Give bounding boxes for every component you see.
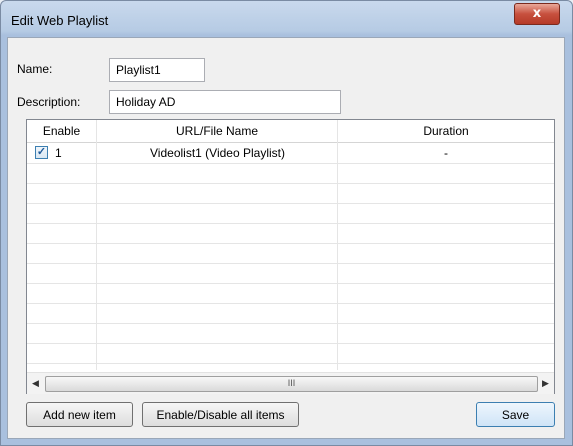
- row-divider: [27, 263, 554, 264]
- scroll-right-icon[interactable]: ▶: [537, 373, 554, 394]
- row-divider: [27, 343, 554, 344]
- description-field[interactable]: [109, 90, 341, 114]
- row-divider: [27, 243, 554, 244]
- grip-icon: III: [287, 378, 296, 388]
- playlist-table: Enable URL/File Name Duration ✓ 1 Videol…: [26, 119, 555, 394]
- close-icon: x: [532, 6, 542, 21]
- row-divider: [27, 203, 554, 204]
- enable-checkbox[interactable]: ✓: [35, 146, 48, 159]
- scroll-thumb[interactable]: III: [45, 376, 538, 392]
- row-divider: [27, 223, 554, 224]
- scroll-left-icon[interactable]: ◀: [27, 373, 44, 394]
- column-header-url[interactable]: URL/File Name: [97, 120, 338, 142]
- dialog-title: Edit Web Playlist: [11, 13, 109, 28]
- row-divider: [27, 283, 554, 284]
- row-divider: [27, 163, 554, 164]
- add-new-item-button[interactable]: Add new item: [26, 402, 133, 427]
- close-button[interactable]: x: [514, 3, 560, 25]
- table-header: Enable URL/File Name Duration: [27, 120, 554, 143]
- row-divider: [27, 303, 554, 304]
- save-button[interactable]: Save: [476, 402, 555, 427]
- row-duration: -: [444, 146, 448, 160]
- enable-disable-all-button[interactable]: Enable/Disable all items: [142, 402, 299, 427]
- row-url: Videolist1 (Video Playlist): [150, 146, 285, 160]
- title-bar[interactable]: Edit Web Playlist x: [1, 1, 572, 35]
- row-divider: [27, 323, 554, 324]
- row-divider: [27, 363, 554, 364]
- column-divider: [337, 142, 338, 370]
- table-row[interactable]: ✓ 1 Videolist1 (Video Playlist) -: [27, 143, 554, 163]
- column-header-duration[interactable]: Duration: [338, 120, 554, 142]
- name-field[interactable]: [109, 58, 205, 82]
- column-header-enable[interactable]: Enable: [27, 120, 97, 142]
- name-label: Name:: [17, 62, 53, 76]
- row-divider: [27, 183, 554, 184]
- description-label: Description:: [17, 95, 81, 109]
- column-divider: [96, 142, 97, 370]
- row-index: 1: [55, 146, 62, 160]
- horizontal-scrollbar[interactable]: ◀ III ▶: [27, 372, 554, 394]
